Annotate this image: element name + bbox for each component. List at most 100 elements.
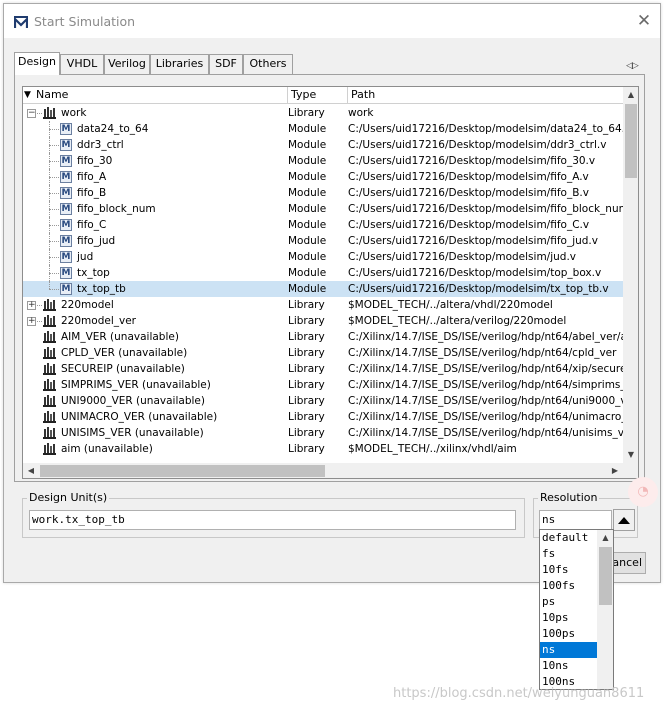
resolution-dropdown-button[interactable]	[613, 509, 635, 531]
scroll-up-icon[interactable]: ▲	[623, 87, 638, 103]
column-header-type[interactable]: Type	[288, 87, 348, 104]
library-row[interactable]: UNI9000_VER (unavailable) Library C:/Xilin…	[23, 393, 623, 409]
scroll-down-icon[interactable]: ▼	[623, 447, 638, 463]
row-name: work	[61, 107, 87, 119]
module-icon: M	[60, 123, 72, 135]
type-cell: Library	[288, 347, 325, 359]
module-row[interactable]: Mtx_top_tb Module C:/Users/uid17216/Deskto…	[23, 281, 623, 297]
design-unit-input[interactable]: work.tx_top_tb	[29, 510, 516, 530]
library-icon	[42, 315, 57, 327]
resolution-option[interactable]: ps	[540, 594, 597, 610]
library-row[interactable]: AIM_VER (unavailable) Library C:/Xilinx/14…	[23, 329, 623, 345]
row-name: 220model	[61, 299, 114, 311]
library-icon	[42, 363, 57, 375]
column-header-name[interactable]: ▼ Name	[23, 87, 288, 104]
tab-libraries[interactable]: Libraries	[150, 54, 209, 74]
path-cell: C:/Users/uid17216/Desktop/modelsim/fifo_…	[348, 171, 589, 183]
scroll-left-icon[interactable]: ◀	[23, 463, 39, 478]
dropdown-scrollbar[interactable]: ▲	[597, 530, 613, 689]
resolution-option[interactable]: default	[540, 530, 597, 546]
resolution-option[interactable]: 10ns	[540, 658, 597, 674]
library-icon	[42, 427, 57, 439]
title-bar[interactable]: Start Simulation ✕	[4, 4, 660, 38]
design-library-list[interactable]: ▼ Name Type Path − work Library work Mdata24…	[22, 86, 639, 479]
module-row[interactable]: Mfifo_30 Module C:/Users/uid17216/Desktop/…	[23, 153, 623, 169]
name-cell: SIMPRIMS_VER (unavailable)	[23, 377, 288, 393]
library-row[interactable]: +220model_ver Library $MODEL_TECH/../alter…	[23, 313, 623, 329]
close-icon[interactable]: ✕	[632, 10, 656, 32]
type-cell: Module	[288, 219, 327, 231]
type-cell: Module	[288, 171, 327, 183]
type-cell: Module	[288, 203, 327, 215]
tab-vhdl[interactable]: VHDL	[60, 54, 104, 74]
path-cell: work	[348, 107, 374, 119]
module-row[interactable]: Mfifo_block_num Module C:/Users/uid17216/D…	[23, 201, 623, 217]
library-row[interactable]: − work Library work	[23, 105, 623, 121]
module-row[interactable]: Mfifo_jud Module C:/Users/uid17216/Desktop…	[23, 233, 623, 249]
horizontal-scroll-thumb[interactable]	[40, 465, 325, 477]
path-cell: C:/Xilinx/14.7/ISE_DS/ISE/verilog/hdp/nt…	[348, 395, 623, 407]
path-cell: $MODEL_TECH/../xilinx/vhdl/aim	[348, 443, 517, 455]
row-name: AIM_VER (unavailable)	[61, 331, 179, 343]
library-row[interactable]: UNIMACRO_VER (unavailable) Library C:/Xili…	[23, 409, 623, 425]
horizontal-scrollbar[interactable]: ◀ ▶	[23, 463, 623, 478]
module-row[interactable]: Mjud Module C:/Users/uid17216/Desktop/mode…	[23, 249, 623, 265]
type-cell: Module	[288, 123, 327, 135]
collapse-icon[interactable]: −	[27, 109, 36, 118]
resolution-option[interactable]: 100fs	[540, 578, 597, 594]
resolution-dropdown-list[interactable]: default fs 10fs 100fs ps 10ps 100ps ns 10ns 100ns…	[539, 529, 614, 690]
type-cell: Module	[288, 251, 327, 263]
module-row[interactable]: Mdata24_to_64 Module C:/Users/uid17216/Des…	[23, 121, 623, 137]
expand-icon[interactable]: +	[27, 317, 36, 326]
expand-icon[interactable]: +	[27, 301, 36, 310]
resolution-select[interactable]: ns	[539, 510, 612, 530]
list-rows: − work Library work Mdata24_to_64 Module C:/Us…	[23, 105, 623, 457]
column-header-path[interactable]: Path	[348, 87, 623, 104]
tab-verilog[interactable]: Verilog	[104, 54, 150, 74]
library-row[interactable]: +220model Library $MODEL_TECH/../altera/vh…	[23, 297, 623, 313]
library-row[interactable]: SIMPRIMS_VER (unavailable) Library C:/Xili…	[23, 377, 623, 393]
resolution-option[interactable]: fs	[540, 546, 597, 562]
row-name: fifo_block_num	[77, 203, 156, 215]
row-name: UNISIMS_VER (unavailable)	[61, 427, 204, 439]
library-row[interactable]: aim (unavailable) Library $MODEL_TECH/../x…	[23, 441, 623, 457]
tab-scroll-right-icon[interactable]: ▷	[632, 61, 639, 71]
type-cell: Module	[288, 155, 327, 167]
module-row[interactable]: Mddr3_ctrl Module C:/Users/uid17216/Deskto…	[23, 137, 623, 153]
resolution-option[interactable]: 100ps	[540, 626, 597, 642]
module-icon: M	[60, 155, 72, 167]
tab-others[interactable]: Others	[243, 54, 293, 74]
tab-design[interactable]: Design	[14, 52, 60, 75]
module-row[interactable]: Mtx_top Module C:/Users/uid17216/Desktop/m…	[23, 265, 623, 281]
tab-sdf[interactable]: SDF	[209, 54, 243, 74]
library-icon	[42, 411, 57, 423]
path-cell: C:/Users/uid17216/Desktop/modelsim/fifo_…	[348, 219, 590, 231]
module-icon: M	[60, 283, 72, 295]
type-cell: Module	[288, 187, 327, 199]
dropdown-scroll-up-icon[interactable]: ▲	[597, 530, 613, 546]
module-row[interactable]: Mfifo_A Module C:/Users/uid17216/Desktop/m…	[23, 169, 623, 185]
resolution-option[interactable]: ns	[540, 642, 597, 658]
library-row[interactable]: UNISIMS_VER (unavailable) Library C:/Xilin…	[23, 425, 623, 441]
name-cell: Mfifo_jud	[23, 233, 288, 249]
vertical-scroll-thumb[interactable]	[625, 104, 637, 178]
resolution-option[interactable]: 10fs	[540, 562, 597, 578]
row-name: SECUREIP (unavailable)	[61, 363, 185, 375]
name-cell: Mfifo_block_num	[23, 201, 288, 217]
row-name: aim (unavailable)	[61, 443, 153, 455]
name-cell: Mdata24_to_64	[23, 121, 288, 137]
type-cell: Module	[288, 283, 327, 295]
resolution-option[interactable]: 10ps	[540, 610, 597, 626]
path-cell: C:/Users/uid17216/Desktop/modelsim/top_b…	[348, 267, 602, 279]
library-row[interactable]: SECUREIP (unavailable) Library C:/Xilinx/1…	[23, 361, 623, 377]
module-row[interactable]: Mfifo_C Module C:/Users/uid17216/Desktop/m…	[23, 217, 623, 233]
tab-scroll-arrows[interactable]: ◁▷	[626, 61, 639, 71]
name-cell: SECUREIP (unavailable)	[23, 361, 288, 377]
type-cell: Library	[288, 379, 325, 391]
window-title: Start Simulation	[34, 14, 136, 29]
scroll-right-icon[interactable]: ▶	[607, 463, 623, 478]
vertical-scrollbar[interactable]: ▲ ▼	[623, 87, 638, 463]
dropdown-scroll-thumb[interactable]	[599, 547, 612, 605]
module-row[interactable]: Mfifo_B Module C:/Users/uid17216/Desktop/m…	[23, 185, 623, 201]
library-row[interactable]: CPLD_VER (unavailable) Library C:/Xilinx/1…	[23, 345, 623, 361]
